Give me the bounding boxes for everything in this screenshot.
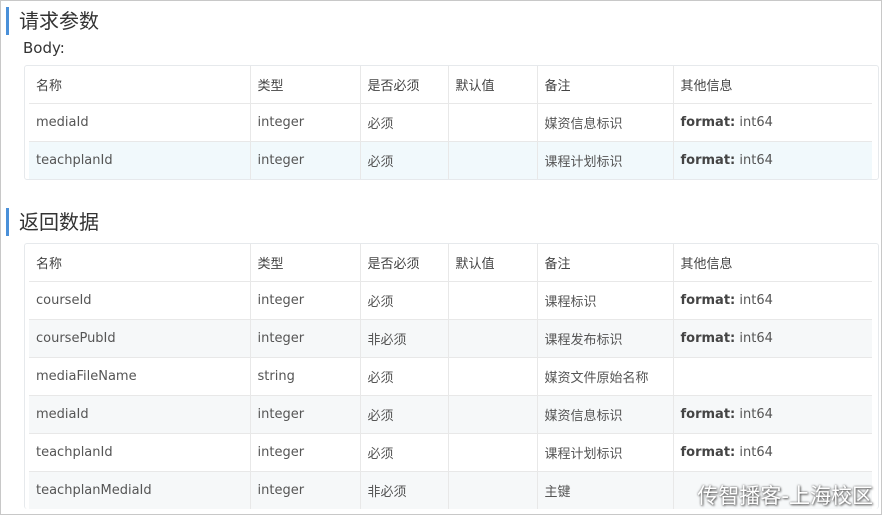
cell-type: integer [250, 103, 361, 142]
cell-remark: 媒资信息标识 [537, 395, 674, 434]
cell-name: mediaId [29, 103, 251, 142]
table-row: coursePubId integer 非必须 课程发布标识 format: i… [29, 319, 872, 358]
cell-name: coursePubId [29, 319, 251, 358]
cell-remark: 课程计划标识 [537, 141, 674, 179]
cell-required: 非必须 [360, 471, 449, 509]
format-value: int64 [735, 445, 773, 460]
body-label: Body: [23, 39, 65, 57]
cell-other: format: int64 [673, 319, 872, 358]
cell-type: integer [250, 395, 361, 434]
cell-default [448, 357, 538, 396]
format-value: int64 [735, 115, 773, 130]
col-header-remark: 备注 [537, 66, 674, 104]
cell-remark: 媒资文件原始名称 [537, 357, 674, 396]
cell-required: 非必须 [360, 319, 449, 358]
format-key: format: [680, 293, 736, 308]
col-header-other: 其他信息 [673, 244, 872, 282]
cell-name: teachplanId [29, 141, 251, 179]
api-doc-panel: 请求参数 Body: 名称 类型 是否必须 默认值 备注 其他信息 mediaI… [0, 0, 882, 515]
cell-remark: 课程计划标识 [537, 433, 674, 472]
col-header-other: 其他信息 [673, 66, 872, 104]
cell-name: mediaId [29, 395, 251, 434]
table-header-row: 名称 类型 是否必须 默认值 备注 其他信息 [29, 244, 872, 282]
table-row: mediaFileName string 必须 媒资文件原始名称 [29, 357, 872, 396]
cell-required: 必须 [360, 395, 449, 434]
request-params-title: 请求参数 [6, 7, 99, 35]
cell-other: format: int64 [673, 103, 872, 142]
table-row: teachplanId integer 必须 课程计划标识 format: in… [29, 141, 872, 179]
table-header-row: 名称 类型 是否必须 默认值 备注 其他信息 [29, 66, 872, 104]
format-key: format: [680, 115, 736, 130]
cell-default [448, 319, 538, 358]
col-header-required: 是否必须 [360, 66, 449, 104]
cell-default [448, 103, 538, 142]
cell-other: format: int64 [673, 281, 872, 320]
cell-other: format: int64 [673, 141, 872, 179]
cell-other: format: int64 [673, 433, 872, 472]
cell-default [448, 433, 538, 472]
cell-default [448, 395, 538, 434]
cell-name: courseId [29, 281, 251, 320]
format-key: format: [680, 153, 736, 168]
format-key: format: [680, 407, 736, 422]
cell-default [448, 471, 538, 509]
col-header-name: 名称 [29, 244, 251, 282]
col-header-type: 类型 [250, 244, 361, 282]
cell-required: 必须 [360, 357, 449, 396]
cell-remark: 主键 [537, 471, 674, 509]
cell-type: integer [250, 141, 361, 179]
format-value: int64 [735, 407, 773, 422]
col-header-default: 默认值 [448, 244, 538, 282]
format-value: int64 [735, 153, 773, 168]
cell-remark: 课程发布标识 [537, 319, 674, 358]
cell-default [448, 141, 538, 179]
cell-name: teachplanId [29, 433, 251, 472]
cell-type: integer [250, 433, 361, 472]
watermark-text: 传智播客-上海校区 [697, 484, 873, 508]
col-header-default: 默认值 [448, 66, 538, 104]
cell-name: teachplanMediaId [29, 471, 251, 509]
cell-remark: 媒资信息标识 [537, 103, 674, 142]
cell-required: 必须 [360, 433, 449, 472]
cell-required: 必须 [360, 141, 449, 179]
col-header-name: 名称 [29, 66, 251, 104]
cell-type: string [250, 357, 361, 396]
cell-type: integer [250, 319, 361, 358]
table-row: mediaId integer 必须 媒资信息标识 format: int64 [29, 103, 872, 142]
cell-other: format: int64 [673, 395, 872, 434]
cell-name: mediaFileName [29, 357, 251, 396]
table-row: courseId integer 必须 课程标识 format: int64 [29, 281, 872, 320]
response-data-title: 返回数据 [6, 208, 99, 236]
response-data-table: 名称 类型 是否必须 默认值 备注 其他信息 courseId integer … [24, 243, 879, 509]
format-key: format: [680, 331, 736, 346]
cell-type: integer [250, 281, 361, 320]
cell-type: integer [250, 471, 361, 509]
cell-remark: 课程标识 [537, 281, 674, 320]
format-value: int64 [735, 293, 773, 308]
col-header-type: 类型 [250, 66, 361, 104]
format-value: int64 [735, 331, 773, 346]
cell-default [448, 281, 538, 320]
cell-other [673, 357, 872, 396]
col-header-remark: 备注 [537, 244, 674, 282]
table-row: mediaId integer 必须 媒资信息标识 format: int64 [29, 395, 872, 434]
cell-required: 必须 [360, 281, 449, 320]
table-row: teachplanId integer 必须 课程计划标识 format: in… [29, 433, 872, 472]
format-key: format: [680, 445, 736, 460]
request-params-table: 名称 类型 是否必须 默认值 备注 其他信息 mediaId integer 必… [24, 65, 879, 180]
col-header-required: 是否必须 [360, 244, 449, 282]
cell-required: 必须 [360, 103, 449, 142]
